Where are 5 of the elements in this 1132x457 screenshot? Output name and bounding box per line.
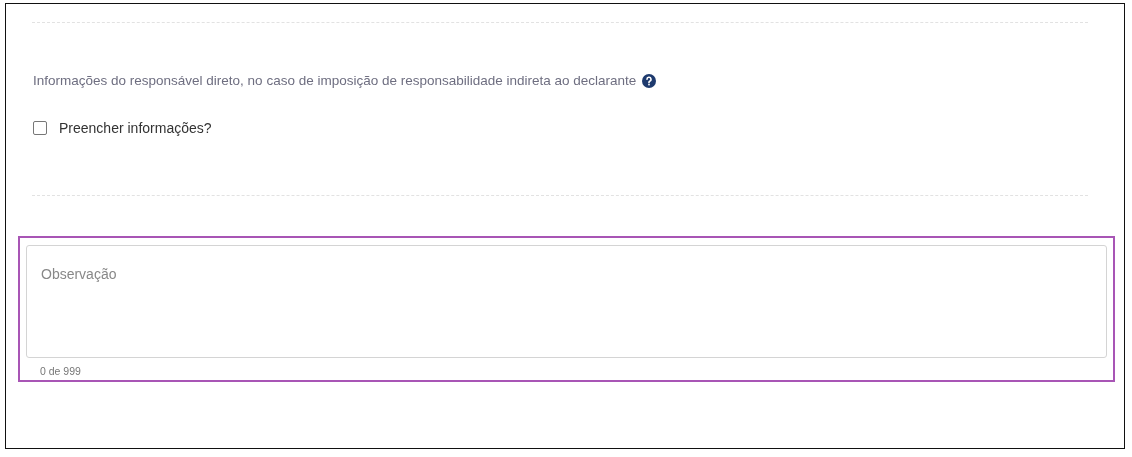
- section-label: Informações do responsável direto, no caso de imposição de responsabilidade indireta ao declarante: [33, 73, 637, 88]
- fill-info-checkbox[interactable]: Preencher informações?: [33, 120, 212, 136]
- character-counter: 0 de 999: [40, 365, 82, 377]
- help-icon[interactable]: [642, 73, 657, 88]
- observation-field[interactable]: Observação: [26, 245, 1107, 358]
